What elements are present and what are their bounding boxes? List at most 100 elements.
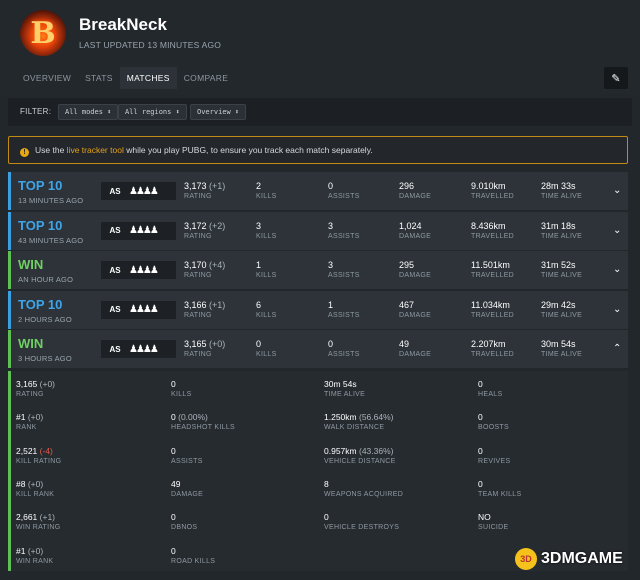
mode-badge: AS ♟♟♟♟ [101, 261, 176, 279]
detail-stat: NO SUICIDE [478, 512, 509, 531]
region-label: AS [109, 344, 121, 354]
tab-compare[interactable]: COMPARE [177, 67, 235, 89]
stat-label: TRAVELLED [471, 272, 515, 279]
stat-label: ASSISTS [328, 193, 360, 200]
kills-value: 3 [256, 220, 262, 231]
view-select[interactable]: Overview ⬍ [190, 104, 247, 120]
match-result: TOP 10 [18, 217, 63, 233]
detail-stat: 3,165 (+0) RATING [16, 379, 55, 398]
stat-assists: 3 ASSISTS [328, 221, 360, 240]
match-row[interactable]: TOP 10 2 HOURS AGO AS ♟♟♟♟ 3,166 (+1) RAT… [8, 290, 628, 329]
stat-label: KILLS [256, 232, 277, 240]
damage-value: 296 [399, 181, 415, 191]
detail-value: 3,165 [16, 379, 38, 389]
watermark-logo-icon: 3D [515, 548, 537, 570]
tracker-notice: ! Use the live tracker tool while you pla… [8, 136, 628, 164]
stat-label: TRAVELLED [471, 232, 515, 240]
expand-chevron-icon[interactable]: ⌃ [613, 343, 621, 354]
stat-label: ASSISTS [328, 232, 360, 240]
stat-damage: 467 DAMAGE [399, 300, 431, 319]
tab-overview[interactable]: OVERVIEW [16, 67, 78, 89]
match-time: 13 MINUTES AGO [18, 196, 84, 205]
detail-stat: 0 REVIVES [478, 446, 510, 465]
stat-label: KILLS [256, 311, 277, 319]
detail-stat: 30m 54s TIME ALIVE [324, 379, 365, 398]
tab-matches[interactable]: MATCHES [119, 67, 177, 89]
avatar: B [20, 10, 66, 56]
detail-value: 0 [171, 545, 176, 556]
detail-label: KILL RANK [16, 490, 55, 498]
detail-value: 0 [478, 412, 483, 423]
detail-label: WEAPONS ACQUIRED [324, 490, 404, 498]
rating-delta: (+1) [209, 181, 226, 191]
match-row[interactable]: TOP 10 43 MINUTES AGO AS ♟♟♟♟ 3,172 (+2) … [8, 211, 628, 250]
match-result: TOP 10 [18, 296, 63, 312]
detail-value: 0 [171, 379, 176, 389]
match-time: 3 HOURS AGO [18, 354, 72, 363]
detail-label: VEHICLE DISTANCE [324, 457, 396, 465]
live-tracker-link[interactable]: live tracker tool [67, 145, 124, 155]
damage-value: 295 [399, 260, 415, 270]
filter-bar: FILTER: All modes ⬍ All regions ⬍ Overvi… [8, 98, 632, 126]
stat-travelled: 2.207km TRAVELLED [471, 339, 514, 358]
watermark-text: 3DMGAME [541, 550, 623, 567]
detail-label: VEHICLE DESTROYS [324, 524, 400, 532]
stat-label: TIME ALIVE [541, 272, 583, 279]
expand-chevron-icon[interactable]: ⌄ [613, 225, 621, 236]
detail-delta: (+0) [27, 412, 44, 423]
detail-label: RATING [16, 391, 44, 398]
edit-button[interactable]: ✎ [604, 67, 628, 89]
rating-value: 3,173 [184, 181, 207, 191]
region-select[interactable]: All regions ⬍ [118, 104, 187, 120]
detail-value: 1.250km [324, 412, 357, 423]
watermark: 3D 3DMGAME [515, 548, 623, 570]
squad-icon: ♟♟♟♟ [129, 185, 159, 197]
profile-header: B BreakNeck LAST UPDATED 13 MINUTES AGO … [0, 0, 640, 95]
stat-label: DAMAGE [399, 193, 432, 200]
detail-stat: 0 DBNOS [171, 512, 197, 531]
rating-delta: (+1) [209, 299, 226, 310]
rating-delta: (+4) [209, 260, 226, 270]
detail-value: #1 [16, 412, 26, 423]
detail-delta: (56.64%) [358, 412, 394, 423]
detail-stat: 2,521 (-4) KILL RATING [16, 446, 61, 465]
stat-label: DAMAGE [399, 272, 432, 279]
match-row[interactable]: WIN AN HOUR AGO AS ♟♟♟♟ 3,170 (+4) RATING… [8, 251, 628, 289]
detail-stat: #8 (+0) KILL RANK [16, 479, 54, 498]
region-label: AS [109, 305, 121, 314]
match-row[interactable]: TOP 10 13 MINUTES AGO AS ♟♟♟♟ 3,173 (+1) … [8, 172, 628, 210]
stat-label: TRAVELLED [471, 311, 515, 319]
last-updated-text: LAST UPDATED 13 MINUTES AGO [79, 40, 222, 50]
detail-stat: 0 BOOSTS [478, 412, 509, 431]
detail-delta: (+0) [39, 379, 56, 389]
stat-label: RATING [184, 193, 212, 200]
match-time: 43 MINUTES AGO [18, 235, 84, 245]
detail-value: 0 [478, 379, 483, 389]
detail-stat: 0 ASSISTS [171, 446, 203, 465]
mode-select[interactable]: All modes ⬍ [58, 104, 119, 120]
detail-value: 30m 54s [324, 379, 357, 389]
detail-delta: (43.36%) [358, 445, 394, 456]
stat-damage: 296 DAMAGE [399, 181, 431, 200]
stat-label: TIME ALIVE [541, 232, 583, 240]
travelled-value: 11.034km [471, 299, 510, 310]
stat-time-alive: 30m 54s TIME ALIVE [541, 339, 582, 358]
stat-label: TIME ALIVE [541, 311, 583, 319]
assists-value: 0 [328, 181, 334, 191]
stat-travelled: 11.501km TRAVELLED [471, 260, 514, 279]
match-row[interactable]: WIN 3 HOURS AGO AS ♟♟♟♟ 3,165 (+0) RATING… [8, 330, 628, 368]
match-result: WIN [18, 257, 44, 272]
expand-chevron-icon[interactable]: ⌄ [613, 264, 621, 275]
kills-value: 2 [256, 181, 262, 191]
expand-chevron-icon[interactable]: ⌄ [613, 304, 621, 315]
stat-label: DAMAGE [399, 351, 432, 358]
player-name: BreakNeck [79, 15, 167, 34]
stat-time-alive: 28m 33s TIME ALIVE [541, 181, 582, 200]
assists-value: 3 [328, 220, 334, 231]
expand-chevron-icon[interactable]: ⌄ [613, 185, 621, 196]
travelled-value: 9.010km [471, 181, 506, 191]
region-label: AS [109, 265, 121, 275]
stat-time-alive: 31m 52s TIME ALIVE [541, 260, 582, 279]
tab-stats[interactable]: STATS [78, 67, 120, 89]
filter-label: FILTER: [20, 107, 52, 116]
